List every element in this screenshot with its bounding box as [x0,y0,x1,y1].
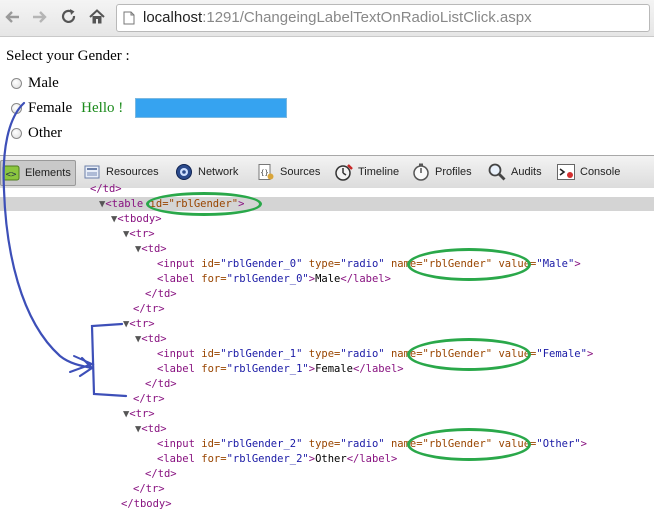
annotation-arrows [2,101,128,398]
annotation-arrow-radio-to-dom [2,101,94,370]
annotation-bracket-tr [90,322,128,398]
